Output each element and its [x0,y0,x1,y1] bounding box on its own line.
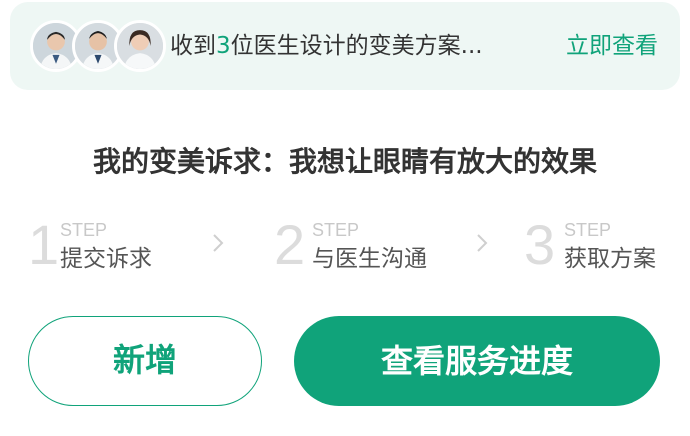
doctor-avatar [114,20,166,72]
step-caption: STEP [312,220,360,240]
add-button[interactable]: 新增 [28,316,262,406]
chevron-right-icon [208,228,228,258]
beauty-request-title: 我的变美诉求：我想让眼睛有放大的效果 [92,145,597,178]
view-now-link[interactable]: 立即查看 [566,30,658,62]
process-steps: 1 STEP 提交诉求 2 STEP 与医生沟通 3 STEP 获取方案 [28,216,668,276]
step-label: 获取方案 [564,246,656,272]
step-number: 1 [28,213,60,276]
step-get-plan: 3 STEP 获取方案 [524,216,674,276]
doctor-avatar-group [30,20,180,72]
banner-message: 收到3位医生设计的变美方案... [170,30,483,62]
banner-text-prefix: 收到 [170,33,216,59]
view-progress-button[interactable]: 查看服务进度 [294,316,660,406]
step-submit-request: 1 STEP 提交诉求 [28,216,198,276]
step-number: 3 [524,213,556,276]
doctor-plan-banner[interactable]: 收到3位医生设计的变美方案... 立即查看 [10,2,680,90]
chevron-right-icon [472,228,492,258]
step-caption: STEP [60,220,108,240]
step-number: 2 [274,213,306,276]
step-communicate-doctor: 2 STEP 与医生沟通 [274,216,474,276]
banner-text-suffix: 位医生设计的变美方案... [230,33,483,59]
step-label: 与医生沟通 [312,246,427,272]
step-label: 提交诉求 [60,246,152,272]
step-caption: STEP [564,220,612,240]
doctor-count: 3 [216,33,231,59]
